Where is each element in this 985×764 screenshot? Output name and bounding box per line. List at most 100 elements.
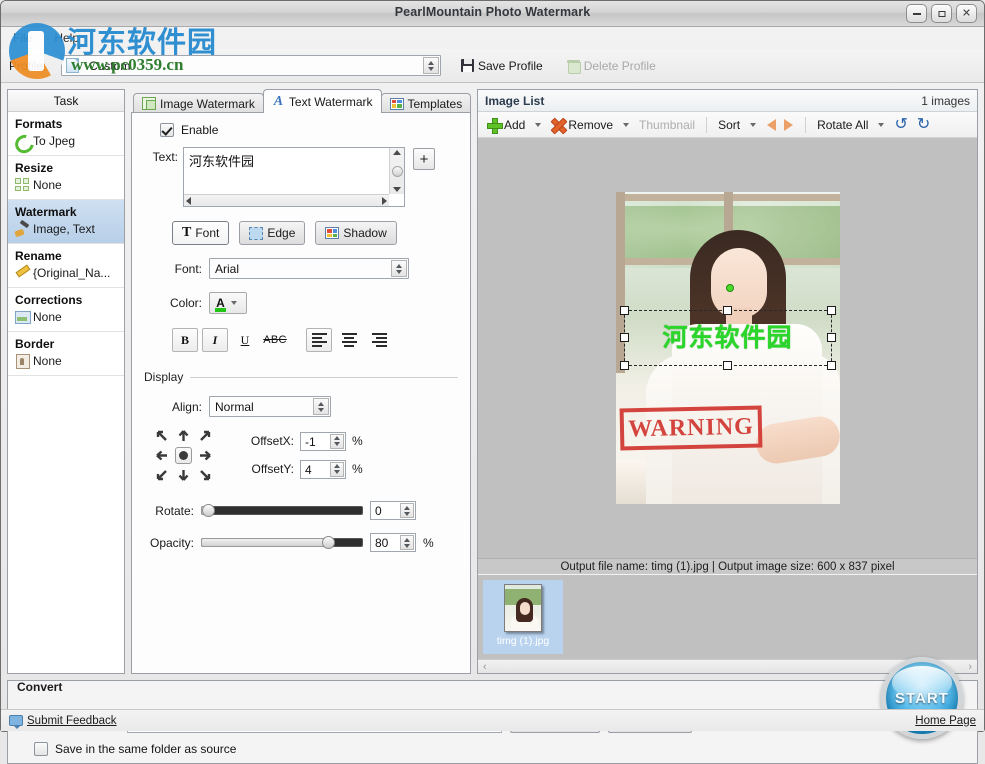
home-page-link[interactable]: Home Page (915, 715, 976, 727)
strikethrough-button[interactable]: ABC (262, 328, 288, 352)
resize-handle-se[interactable] (827, 361, 836, 370)
opacity-slider-knob[interactable] (322, 536, 335, 549)
profile-spinner[interactable] (423, 57, 439, 74)
rotate-left-icon[interactable]: ↺ (894, 118, 907, 132)
scroll-right-chevron-icon[interactable]: › (968, 661, 972, 673)
bold-button[interactable]: B (172, 328, 198, 352)
anchor-top-right[interactable] (194, 425, 216, 445)
move-right-arrow-icon[interactable] (784, 119, 793, 131)
sidebar-item-resize[interactable]: Resize None (8, 156, 124, 200)
rotate-input[interactable]: 0 (370, 501, 416, 520)
align-center-button[interactable] (336, 328, 362, 352)
profile-combobox[interactable]: Custom (61, 55, 441, 76)
opacity-spinner[interactable] (400, 535, 414, 550)
anchor-bottom-center[interactable] (172, 465, 194, 485)
anchor-top-left[interactable] (150, 425, 172, 445)
offset-y-spinner[interactable] (330, 462, 344, 477)
font-tab-button[interactable]: T Font (172, 221, 229, 245)
menu-file[interactable]: File (9, 30, 36, 49)
thumbnail-label: Thumbnail (639, 118, 695, 132)
scroll-up-icon[interactable] (393, 150, 401, 155)
resize-handle-ne[interactable] (827, 306, 836, 315)
rotate-all-button[interactable]: Rotate All (813, 116, 872, 134)
sidebar-item-watermark[interactable]: Watermark Image, Text (8, 200, 124, 244)
text-horizontal-scrollbar[interactable] (184, 194, 389, 206)
remove-chevron-down-icon[interactable] (623, 123, 629, 127)
close-button[interactable]: ✕ (956, 4, 977, 23)
sidebar-resize-title: Resize (15, 161, 118, 175)
resize-handle-n[interactable] (723, 306, 732, 315)
offset-x-input[interactable]: -1 (300, 432, 346, 451)
align-left-button[interactable] (306, 328, 332, 352)
sort-button[interactable]: Sort (714, 116, 744, 134)
rotate-all-chevron-down-icon[interactable] (878, 123, 884, 127)
sidebar-item-rename[interactable]: Rename {Original_Na... (8, 244, 124, 288)
bold-glyph: B (181, 333, 189, 348)
minimize-button[interactable] (906, 4, 927, 23)
move-left-arrow-icon[interactable] (767, 119, 776, 131)
submit-feedback-link[interactable]: Submit Feedback (27, 715, 117, 727)
tab-text-watermark[interactable]: A Text Watermark (263, 89, 382, 113)
sidebar-watermark-value: Image, Text (33, 222, 95, 236)
scroll-thumb[interactable] (392, 166, 403, 177)
anchor-middle-left[interactable] (150, 445, 172, 465)
watermark-text-row: Text: 河东软件园 + (144, 147, 458, 207)
align-right-button[interactable] (366, 328, 392, 352)
sidebar-item-corrections[interactable]: Corrections None (8, 288, 124, 332)
sidebar-item-border[interactable]: Border None (8, 332, 124, 376)
rotate-slider[interactable] (201, 505, 363, 517)
underline-button[interactable]: U (232, 328, 258, 352)
rotate-slider-knob[interactable] (202, 504, 215, 517)
italic-button[interactable]: I (202, 328, 228, 352)
anchor-top-center[interactable] (172, 425, 194, 445)
align-center-icon (342, 333, 357, 347)
add-button[interactable]: Add (483, 116, 529, 134)
profile-buttons: Save Profile Delete Profile (457, 57, 660, 75)
add-chevron-down-icon[interactable] (535, 123, 541, 127)
sort-chevron-down-icon[interactable] (750, 123, 756, 127)
resize-handle-s[interactable] (723, 361, 732, 370)
scroll-left-icon[interactable] (186, 197, 191, 205)
offset-x-spinner[interactable] (330, 434, 344, 449)
tab-image-watermark[interactable]: Image Watermark (133, 93, 264, 113)
scroll-left-chevron-icon[interactable]: ‹ (483, 661, 487, 673)
convert-title: Convert (17, 680, 62, 694)
image-preview[interactable]: 河东软件园 WARNING (478, 138, 977, 558)
shadow-tab-button[interactable]: Shadow (315, 221, 396, 245)
rotation-handle[interactable] (726, 284, 734, 292)
maximize-button[interactable] (931, 4, 952, 23)
menu-help[interactable]: Help (50, 30, 83, 49)
list-item[interactable]: timg (1).jpg (483, 580, 563, 654)
text-vertical-scrollbar[interactable] (389, 148, 404, 194)
rotate-spinner[interactable] (400, 503, 414, 518)
rotate-right-icon[interactable]: ↻ (917, 118, 930, 132)
remove-button[interactable]: Remove (547, 116, 617, 134)
edge-tab-button[interactable]: Edge (239, 221, 305, 245)
offset-y-input[interactable]: 4 (300, 460, 346, 479)
align-combobox[interactable]: Normal (209, 396, 331, 417)
font-combobox[interactable]: Arial (209, 258, 409, 279)
anchor-bottom-left[interactable] (150, 465, 172, 485)
same-folder-label: Save in the same folder as source (55, 742, 236, 756)
scroll-down-icon[interactable] (393, 187, 401, 192)
scroll-right-icon[interactable] (382, 197, 387, 205)
anchor-bottom-right[interactable] (194, 465, 216, 485)
font-spinner[interactable] (391, 260, 407, 277)
same-folder-checkbox[interactable] (34, 742, 48, 756)
tab-templates[interactable]: Templates (381, 93, 472, 113)
enable-checkbox[interactable] (160, 123, 174, 137)
opacity-slider[interactable] (201, 537, 363, 549)
sidebar-item-formats[interactable]: Formats To Jpeg (8, 112, 124, 156)
save-profile-button[interactable]: Save Profile (457, 57, 547, 75)
add-text-button[interactable]: + (413, 148, 435, 170)
color-picker-button[interactable]: A (209, 292, 247, 314)
opacity-input[interactable]: 80 (370, 533, 416, 552)
anchor-center[interactable] (172, 445, 194, 465)
font-label: Font: (144, 262, 202, 276)
resize-handle-nw[interactable] (620, 306, 629, 315)
resize-handle-sw[interactable] (620, 361, 629, 370)
align-spinner[interactable] (313, 398, 329, 415)
anchor-middle-right[interactable] (194, 445, 216, 465)
sync-icon (15, 134, 30, 148)
watermark-text-input[interactable]: 河东软件园 (183, 147, 405, 207)
